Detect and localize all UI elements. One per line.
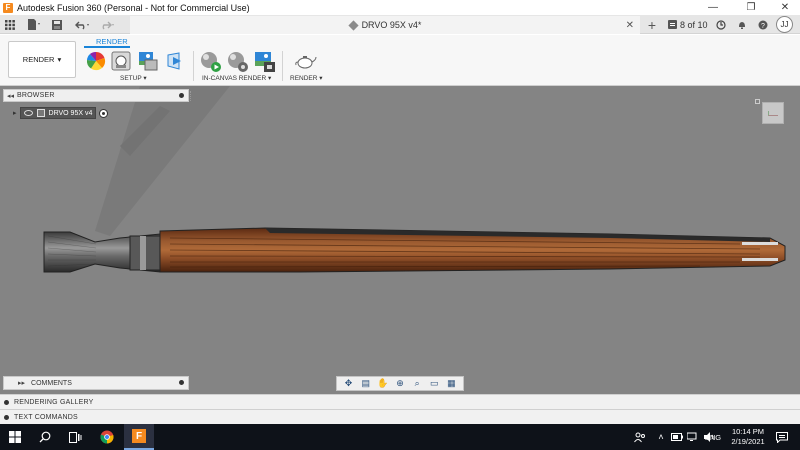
ferrule-ring bbox=[140, 236, 146, 270]
document-cube-icon bbox=[347, 19, 359, 31]
toolbar-separator bbox=[282, 51, 283, 81]
job-status-icon bbox=[668, 20, 677, 29]
task-view-icon[interactable] bbox=[60, 424, 90, 450]
end-slot bbox=[742, 258, 778, 261]
notifications-icon[interactable] bbox=[735, 17, 749, 32]
render-teapot-icon[interactable] bbox=[294, 51, 317, 71]
render-group-label[interactable]: RENDER ▾ bbox=[290, 74, 323, 82]
comments-panel[interactable]: ▸▸ COMMENTS bbox=[3, 376, 189, 390]
in-canvas-render-icon[interactable] bbox=[200, 51, 221, 72]
rendering-gallery-panel[interactable]: RENDERING GALLERY bbox=[0, 394, 800, 409]
redo-icon[interactable] bbox=[96, 17, 118, 32]
file-icon[interactable] bbox=[25, 17, 43, 32]
close-button[interactable]: ✕ bbox=[770, 0, 800, 15]
system-clock[interactable]: 10:14 PM 2/19/2021 bbox=[726, 427, 770, 447]
panel-toggle-icon[interactable] bbox=[4, 414, 9, 420]
application-bar: DRVO 95X v4* ✕ + 8 of 10 ? JJ bbox=[0, 15, 800, 34]
user-avatar[interactable]: JJ bbox=[776, 16, 793, 33]
document-title: DRVO 95X v4* bbox=[361, 20, 422, 30]
chrome-icon[interactable] bbox=[92, 424, 122, 450]
resize-grip[interactable] bbox=[190, 91, 192, 101]
model-canvas[interactable] bbox=[0, 86, 800, 394]
undo-icon[interactable] bbox=[72, 17, 94, 32]
visibility-eye-icon[interactable] bbox=[23, 110, 33, 116]
root-component-label: DRVO 95X v4 bbox=[48, 109, 93, 117]
save-icon[interactable] bbox=[50, 17, 64, 32]
sync-icon[interactable] bbox=[714, 17, 728, 32]
job-status[interactable]: 8 of 10 bbox=[668, 17, 708, 32]
text-commands-panel[interactable]: TEXT COMMANDS bbox=[0, 409, 800, 424]
browser-panel[interactable]: ◂◂ BROWSER bbox=[3, 89, 192, 102]
expand-panel-icon[interactable]: ▸▸ bbox=[18, 379, 25, 387]
window-title: Autodesk Fusion 360 (Personal - Not for … bbox=[17, 2, 250, 13]
chevron-down-icon: ▾ bbox=[57, 55, 62, 64]
collapse-panel-icon[interactable]: ◂◂ bbox=[7, 92, 14, 100]
in-canvas-settings-icon[interactable] bbox=[227, 51, 248, 72]
capture-image-icon[interactable] bbox=[254, 51, 275, 72]
texture-map-icon[interactable] bbox=[137, 51, 158, 71]
fusion-app-icon: F bbox=[3, 2, 13, 13]
comments-header: COMMENTS bbox=[31, 379, 72, 387]
fit-icon[interactable]: ⌕ bbox=[412, 379, 422, 388]
document-tab[interactable]: DRVO 95X v4* ✕ bbox=[130, 16, 640, 34]
axis-triad-icon bbox=[768, 111, 778, 116]
text-commands-label: TEXT COMMANDS bbox=[14, 413, 78, 421]
new-tab-button[interactable]: + bbox=[643, 17, 661, 33]
grid-settings-icon[interactable]: ▦ bbox=[446, 379, 456, 388]
home-view-icon[interactable] bbox=[755, 99, 760, 104]
ribbon-toolbar: RENDER ▾ RENDER SETUP ▾ IN-CANVAS RENDER… bbox=[0, 35, 800, 86]
people-icon[interactable] bbox=[632, 424, 648, 450]
active-tab-indicator bbox=[84, 46, 130, 48]
panel-toggle-icon[interactable] bbox=[4, 399, 9, 405]
activate-component-radio[interactable] bbox=[99, 108, 109, 118]
rendering-gallery-label: RENDERING GALLERY bbox=[14, 398, 94, 406]
setup-group-label[interactable]: SETUP ▾ bbox=[120, 74, 147, 82]
search-icon[interactable] bbox=[30, 424, 60, 450]
grid-icon[interactable] bbox=[3, 17, 17, 32]
in-canvas-render-group-label[interactable]: IN-CANVAS RENDER ▾ bbox=[202, 74, 271, 82]
zoom-icon[interactable]: ⊕ bbox=[395, 379, 405, 388]
window-title-bar: F Autodesk Fusion 360 (Personal - Not fo… bbox=[0, 0, 800, 15]
view-cube[interactable] bbox=[755, 99, 784, 124]
clock-time: 10:14 PM bbox=[731, 427, 765, 436]
browser-root-node[interactable]: ▸ DRVO 95X v4 bbox=[13, 107, 109, 119]
look-at-icon[interactable]: ▤ bbox=[361, 379, 371, 388]
notification-icon[interactable] bbox=[772, 424, 792, 450]
toolbar-separator bbox=[193, 51, 194, 81]
pin-icon[interactable] bbox=[179, 93, 184, 98]
root-component[interactable]: DRVO 95X v4 bbox=[19, 107, 97, 119]
svg-text:?: ? bbox=[761, 23, 765, 30]
workspace-label: RENDER bbox=[22, 55, 55, 64]
canvas-viewport[interactable] bbox=[0, 86, 800, 394]
fusion-taskbar-button[interactable]: F bbox=[124, 424, 154, 450]
chevron-up-icon[interactable]: ˄ bbox=[654, 424, 668, 450]
windows-taskbar: F ˄ ENG 10:14 PM 2/19/2021 bbox=[0, 424, 800, 450]
language-indicator[interactable]: ENG bbox=[703, 424, 723, 450]
tab-render[interactable]: RENDER bbox=[96, 37, 128, 46]
display-settings-icon[interactable]: ▭ bbox=[429, 379, 439, 388]
fusion-icon: F bbox=[132, 429, 146, 443]
clock-date: 2/19/2021 bbox=[731, 437, 765, 446]
end-slot bbox=[742, 242, 778, 245]
navigation-bar: ✥ ▤ ✋ ⊕ ⌕ ▭ ▦ bbox=[336, 376, 464, 391]
battery-icon[interactable] bbox=[670, 424, 684, 450]
job-status-text: 8 of 10 bbox=[680, 19, 708, 30]
pan-icon[interactable]: ✋ bbox=[377, 379, 388, 388]
expand-icon[interactable]: ▸ bbox=[13, 109, 17, 117]
close-tab-button[interactable]: ✕ bbox=[626, 20, 634, 31]
workspace-switcher[interactable]: RENDER ▾ bbox=[8, 41, 76, 78]
help-icon[interactable]: ? bbox=[756, 17, 770, 32]
orbit-icon[interactable]: ✥ bbox=[344, 379, 354, 388]
browser-header: BROWSER bbox=[17, 92, 55, 99]
minimize-button[interactable]: — bbox=[698, 0, 728, 15]
decal-icon[interactable] bbox=[165, 51, 185, 71]
scene-settings-icon[interactable] bbox=[111, 51, 131, 71]
windows-start-icon[interactable] bbox=[0, 424, 30, 450]
appearance-icon[interactable] bbox=[86, 51, 106, 71]
maximize-button[interactable]: ❐ bbox=[736, 0, 766, 15]
component-icon bbox=[36, 109, 45, 117]
pin-icon[interactable] bbox=[179, 380, 184, 385]
